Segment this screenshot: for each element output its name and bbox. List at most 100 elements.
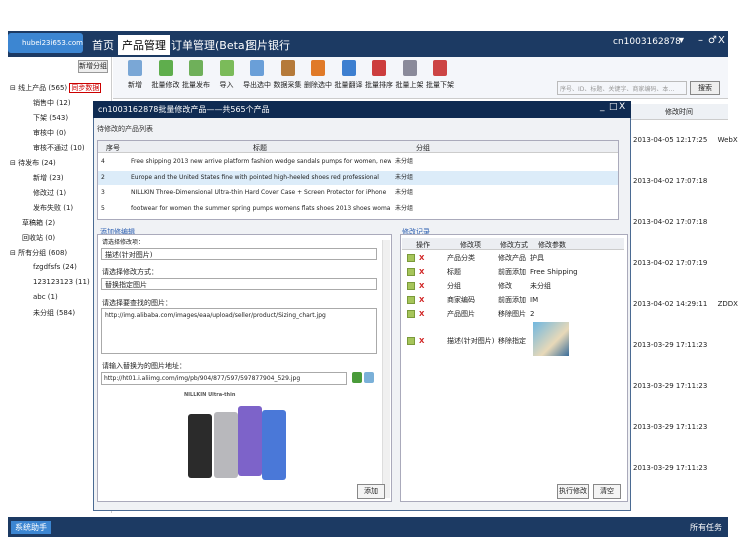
- toolbar-icon: [433, 60, 447, 76]
- edit-icon[interactable]: [407, 282, 415, 290]
- toolbar-button[interactable]: 批量上架: [393, 60, 427, 90]
- table-row[interactable]: 3 NILLKIN Three-Dimensional Ultra-thin Ha…: [98, 186, 618, 200]
- dialog-maximize-button[interactable]: □: [609, 102, 618, 112]
- sidebar-item-recycle[interactable]: 回收站 (0): [22, 233, 55, 243]
- username[interactable]: cn1003162878: [613, 37, 681, 47]
- window-close-button[interactable]: X: [718, 35, 725, 46]
- sidebar-item-all-groups[interactable]: ⊟ 所有分组 (608): [10, 248, 67, 258]
- toolbar-button-label: 批量排序: [365, 81, 393, 89]
- sidebar-item-ungrouped[interactable]: 未分组 (584): [33, 308, 75, 318]
- find-image-label: 请选择要查找的图片：: [102, 299, 172, 307]
- search-button[interactable]: 搜索: [690, 81, 720, 95]
- edit-mode-select[interactable]: 替换指定图片: [101, 278, 377, 290]
- sidebar-item-group[interactable]: abc (1): [33, 293, 58, 301]
- toolbar-button[interactable]: 新增: [118, 60, 152, 90]
- toolbar-button[interactable]: 导出选中: [240, 60, 274, 90]
- edit-icon[interactable]: [407, 268, 415, 276]
- window-restore-button[interactable]: ♂: [708, 35, 717, 46]
- sidebar-item-new[interactable]: 新增 (23): [33, 173, 64, 183]
- edit-icon[interactable]: [407, 337, 415, 345]
- toolbar-button[interactable]: 数据采集: [271, 60, 305, 90]
- replace-image-input[interactable]: http://ht01.i.aliimg.com/img/pb/904/877/…: [101, 372, 347, 385]
- sidebar-item-modified[interactable]: 修改过 (1): [33, 188, 66, 198]
- sidebar-item-group[interactable]: 123123123 (11): [33, 278, 90, 286]
- log-row: X 分组 修改 未分组: [402, 279, 624, 293]
- modified-time-column-header[interactable]: 修改时间: [630, 104, 728, 120]
- sidebar-item-selling[interactable]: 销售中 (12): [33, 98, 71, 108]
- edit-icon[interactable]: [407, 254, 415, 262]
- tab-orders[interactable]: 订单管理(Beta): [171, 35, 249, 55]
- toolbar-button[interactable]: 批量修改: [149, 60, 183, 90]
- toolbar-button[interactable]: 批量翻译: [332, 60, 366, 90]
- removed-image-thumbnail: [533, 322, 569, 356]
- sidebar-item-reviewing[interactable]: 审核中 (0): [33, 128, 66, 138]
- sidebar-item-group[interactable]: fzgdfsfs (24): [33, 263, 77, 271]
- date-text: 2013-03-29 17:11:23: [633, 464, 708, 472]
- delete-icon[interactable]: X: [419, 307, 424, 321]
- edit-icon[interactable]: [407, 310, 415, 318]
- delete-icon[interactable]: X: [419, 334, 424, 348]
- sync-data-badge[interactable]: 同步数据: [69, 83, 102, 93]
- delete-icon[interactable]: X: [419, 279, 424, 293]
- toolbar-button[interactable]: 批量排序: [362, 60, 396, 90]
- status-bar: [8, 517, 728, 537]
- toolbar-button[interactable]: 批量下架: [423, 60, 457, 90]
- sidebar-item-failed[interactable]: 发布失败 (1): [33, 203, 73, 213]
- date-text: 2013-04-02 17:07:18: [633, 177, 708, 185]
- log-item: 商家编码: [447, 296, 475, 304]
- add-group-button[interactable]: 新增分组: [78, 60, 108, 73]
- delete-icon[interactable]: X: [419, 293, 424, 307]
- tab-image-bank[interactable]: 图片银行: [246, 35, 290, 55]
- account-switcher[interactable]: hubei23i653.com: [8, 33, 83, 53]
- log-item: 产品分类: [447, 254, 475, 262]
- system-assistant-button[interactable]: 系统助手: [11, 521, 51, 534]
- log-param: IM: [530, 296, 539, 304]
- sidebar-item-pending[interactable]: ⊟ 待发布 (24): [10, 158, 56, 168]
- date-text: 2013-03-29 17:11:23: [633, 382, 708, 390]
- sidebar-item-offline[interactable]: 下架 (543): [33, 113, 68, 123]
- add-button[interactable]: 添加: [357, 484, 385, 499]
- find-image-textarea[interactable]: http://img.alibaba.com/images/eaa/upload…: [101, 308, 377, 354]
- table-row[interactable]: 5 footwear for women the summer spring pu…: [98, 202, 618, 216]
- edit-icon[interactable]: [407, 296, 415, 304]
- log-col-item: 修改项: [460, 241, 481, 249]
- row-title: NILLKIN Three-Dimensional Ultra-thin Har…: [131, 189, 387, 196]
- execute-button[interactable]: 执行修改: [557, 484, 589, 499]
- edit-item-label: 请选择修改项：: [102, 239, 145, 246]
- upload-image-icon[interactable]: [352, 372, 362, 383]
- sidebar-item-rejected[interactable]: 审核不通过 (10): [33, 143, 85, 153]
- delete-icon[interactable]: X: [419, 265, 424, 279]
- toolbar-button[interactable]: 删除选中: [301, 60, 335, 90]
- log-col-param: 修改参数: [538, 241, 566, 249]
- log-mode: 移除指定: [498, 337, 526, 345]
- window-minimize-button[interactable]: –: [698, 35, 703, 46]
- table-row[interactable]: 4 Free shipping 2013 new arrive platform …: [98, 155, 618, 169]
- log-mode: 修改: [498, 282, 512, 290]
- edit-panel-scrollbar[interactable]: [382, 240, 390, 498]
- clear-button[interactable]: 清空: [593, 484, 621, 499]
- tab-home[interactable]: 首页: [92, 35, 114, 55]
- tab-products[interactable]: 产品管理: [118, 35, 170, 55]
- sidebar-item-online[interactable]: ⊟ 线上产品 (565) 同步数据: [10, 83, 102, 93]
- modified-time-cell: 2013-03-29 17:11:23: [633, 341, 715, 349]
- row-title: footwear for women the summer spring pum…: [131, 204, 391, 212]
- search-input[interactable]: 序号、ID、标题、关键字、商家编码、本…: [557, 81, 687, 95]
- dialog-close-button[interactable]: X: [619, 102, 625, 112]
- edit-item-select[interactable]: 描述(针对图片): [101, 248, 377, 260]
- row-no: 3: [101, 189, 105, 196]
- user-menu-arrow-icon[interactable]: ▾: [679, 35, 684, 46]
- table-row[interactable]: 2 Europe and the United States fine with …: [98, 170, 618, 185]
- delete-icon[interactable]: X: [419, 251, 424, 265]
- toolbar-button[interactable]: 导入: [210, 60, 244, 90]
- modified-time-cell: 2013-04-05 12:17:25 WebX: [633, 136, 738, 144]
- dialog-minimize-button[interactable]: _: [600, 102, 605, 112]
- sidebar-item-drafts[interactable]: 草稿箱 (2): [22, 218, 55, 228]
- toolbar-icon: [280, 60, 295, 76]
- toolbar-button[interactable]: 批量发布: [179, 60, 213, 90]
- modified-time-cell: 2013-04-02 17:07:19: [633, 259, 715, 267]
- date-text: 2013-03-29 17:11:23: [633, 423, 708, 431]
- toolbar-icon: [250, 60, 264, 76]
- all-tasks-button[interactable]: 所有任务: [690, 522, 722, 533]
- image-bank-icon[interactable]: [364, 372, 374, 383]
- phone-case-blue: [262, 410, 286, 480]
